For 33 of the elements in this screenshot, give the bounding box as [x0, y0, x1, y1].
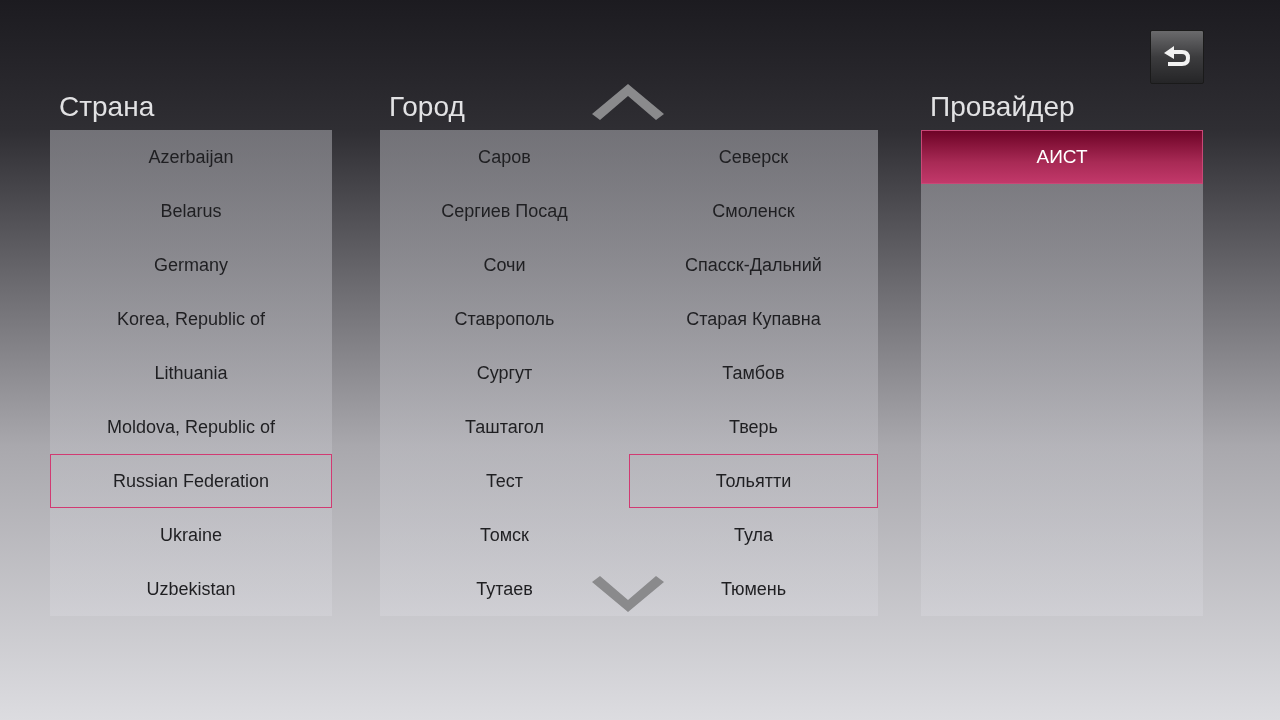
column-title: Провайдер: [929, 90, 1076, 124]
column-title: Страна: [58, 90, 156, 124]
city-item[interactable]: Старая Купавна: [629, 292, 878, 346]
city-item[interactable]: Тутаев: [380, 562, 629, 616]
city-item[interactable]: Сергиев Посад: [380, 184, 629, 238]
city-item[interactable]: Тула: [629, 508, 878, 562]
country-item[interactable]: Uzbekistan: [50, 562, 332, 616]
country-item[interactable]: Korea, Republic of: [50, 292, 332, 346]
country-item[interactable]: Belarus: [50, 184, 332, 238]
provider-item[interactable]: АИСТ: [921, 130, 1203, 184]
city-item[interactable]: Тест: [380, 454, 629, 508]
city-item[interactable]: Спасск-Дальний: [629, 238, 878, 292]
city-item[interactable]: Ставрополь: [380, 292, 629, 346]
country-item[interactable]: Azerbaijan: [50, 130, 332, 184]
country-item[interactable]: Russian Federation: [50, 454, 332, 508]
country-item[interactable]: Moldova, Republic of: [50, 400, 332, 454]
country-item[interactable]: Lithuania: [50, 346, 332, 400]
city-item[interactable]: Тольятти: [629, 454, 878, 508]
city-item[interactable]: Сочи: [380, 238, 629, 292]
city-item[interactable]: Сургут: [380, 346, 629, 400]
country-item[interactable]: Ukraine: [50, 508, 332, 562]
column-title: Город: [388, 90, 466, 124]
city-item[interactable]: Саров: [380, 130, 629, 184]
city-item[interactable]: Тюмень: [629, 562, 878, 616]
back-arrow-icon: [1162, 45, 1192, 69]
city-item[interactable]: Северск: [629, 130, 878, 184]
city-item[interactable]: Таштагол: [380, 400, 629, 454]
city-item[interactable]: Томск: [380, 508, 629, 562]
city-item[interactable]: Смоленск: [629, 184, 878, 238]
city-item[interactable]: Тамбов: [629, 346, 878, 400]
back-button[interactable]: [1150, 30, 1204, 84]
country-item[interactable]: Germany: [50, 238, 332, 292]
city-item[interactable]: Тверь: [629, 400, 878, 454]
